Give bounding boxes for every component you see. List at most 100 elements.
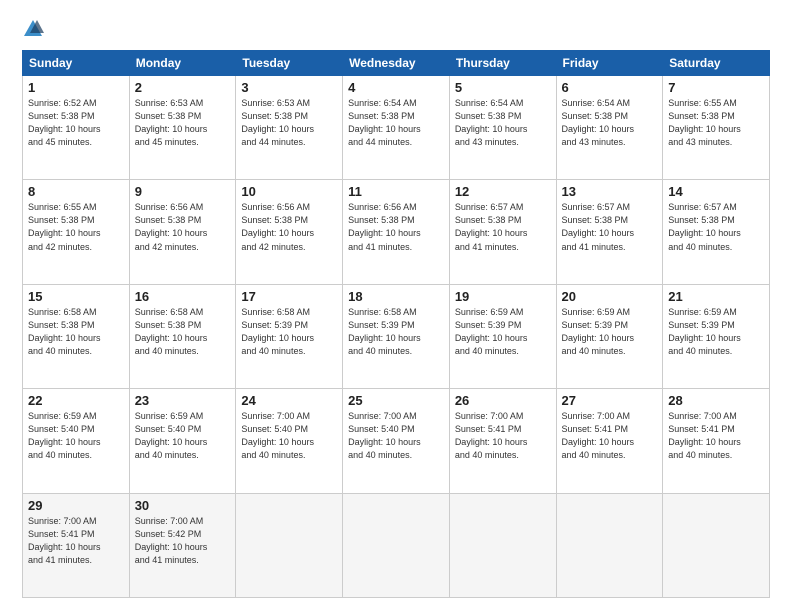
calendar-cell: 5 Sunrise: 6:54 AM Sunset: 5:38 PM Daylig… — [449, 76, 556, 180]
day-info: Sunrise: 6:53 AM Sunset: 5:38 PM Dayligh… — [135, 97, 231, 149]
day-info: Sunrise: 6:54 AM Sunset: 5:38 PM Dayligh… — [455, 97, 551, 149]
calendar-cell: 9 Sunrise: 6:56 AM Sunset: 5:38 PM Daylig… — [129, 180, 236, 284]
day-number: 12 — [455, 184, 551, 199]
calendar-cell: 8 Sunrise: 6:55 AM Sunset: 5:38 PM Daylig… — [23, 180, 130, 284]
day-number: 1 — [28, 80, 124, 95]
day-info: Sunrise: 6:54 AM Sunset: 5:38 PM Dayligh… — [348, 97, 444, 149]
calendar-cell — [449, 493, 556, 597]
day-number: 23 — [135, 393, 231, 408]
calendar-cell: 2 Sunrise: 6:53 AM Sunset: 5:38 PM Daylig… — [129, 76, 236, 180]
day-number: 9 — [135, 184, 231, 199]
calendar-cell: 29 Sunrise: 7:00 AM Sunset: 5:41 PM Dayli… — [23, 493, 130, 597]
day-info: Sunrise: 7:00 AM Sunset: 5:41 PM Dayligh… — [562, 410, 658, 462]
day-number: 27 — [562, 393, 658, 408]
header-day: Wednesday — [343, 51, 450, 76]
day-number: 2 — [135, 80, 231, 95]
day-number: 16 — [135, 289, 231, 304]
header-day: Sunday — [23, 51, 130, 76]
calendar-cell: 6Sunrise: 6:54 AM Sunset: 5:38 PM Daylig… — [556, 76, 663, 180]
calendar-cell: 28 Sunrise: 7:00 AM Sunset: 5:41 PM Dayli… — [663, 389, 770, 493]
calendar-cell: 21 Sunrise: 6:59 AM Sunset: 5:39 PM Dayli… — [663, 284, 770, 388]
calendar-cell: 18 Sunrise: 6:58 AM Sunset: 5:39 PM Dayli… — [343, 284, 450, 388]
day-info: Sunrise: 7:00 AM Sunset: 5:40 PM Dayligh… — [241, 410, 337, 462]
day-number: 25 — [348, 393, 444, 408]
day-number: 20 — [562, 289, 658, 304]
day-number: 22 — [28, 393, 124, 408]
day-number: 3 — [241, 80, 337, 95]
day-info: Sunrise: 6:58 AM Sunset: 5:39 PM Dayligh… — [348, 306, 444, 358]
calendar-cell: 26Sunrise: 7:00 AM Sunset: 5:41 PM Dayli… — [449, 389, 556, 493]
calendar-cell: 3 Sunrise: 6:53 AM Sunset: 5:38 PM Daylig… — [236, 76, 343, 180]
day-number: 15 — [28, 289, 124, 304]
header-day: Thursday — [449, 51, 556, 76]
day-number: 18 — [348, 289, 444, 304]
day-info: Sunrise: 6:57 AM Sunset: 5:38 PM Dayligh… — [455, 201, 551, 253]
calendar-cell: 25 Sunrise: 7:00 AM Sunset: 5:40 PM Dayli… — [343, 389, 450, 493]
day-info: Sunrise: 6:58 AM Sunset: 5:39 PM Dayligh… — [241, 306, 337, 358]
day-number: 13 — [562, 184, 658, 199]
calendar-cell: 14Sunrise: 6:57 AM Sunset: 5:38 PM Dayli… — [663, 180, 770, 284]
calendar-cell: 17 Sunrise: 6:58 AM Sunset: 5:39 PM Dayli… — [236, 284, 343, 388]
calendar-cell: 7Sunrise: 6:55 AM Sunset: 5:38 PM Daylig… — [663, 76, 770, 180]
calendar-cell — [556, 493, 663, 597]
day-info: Sunrise: 6:58 AM Sunset: 5:38 PM Dayligh… — [135, 306, 231, 358]
calendar-cell: 16 Sunrise: 6:58 AM Sunset: 5:38 PM Dayli… — [129, 284, 236, 388]
day-info: Sunrise: 6:56 AM Sunset: 5:38 PM Dayligh… — [241, 201, 337, 253]
day-info: Sunrise: 7:00 AM Sunset: 5:40 PM Dayligh… — [348, 410, 444, 462]
calendar-cell: 11Sunrise: 6:56 AM Sunset: 5:38 PM Dayli… — [343, 180, 450, 284]
calendar-cell: 19Sunrise: 6:59 AM Sunset: 5:39 PM Dayli… — [449, 284, 556, 388]
day-info: Sunrise: 6:59 AM Sunset: 5:39 PM Dayligh… — [562, 306, 658, 358]
day-info: Sunrise: 7:00 AM Sunset: 5:42 PM Dayligh… — [135, 515, 231, 567]
calendar-week-row: 15 Sunrise: 6:58 AM Sunset: 5:38 PM Dayli… — [23, 284, 770, 388]
calendar-cell: 15Sunrise: 6:58 AM Sunset: 5:38 PM Dayli… — [23, 284, 130, 388]
day-number: 26 — [455, 393, 551, 408]
header-row: SundayMondayTuesdayWednesdayThursdayFrid… — [23, 51, 770, 76]
day-number: 21 — [668, 289, 764, 304]
calendar-header: SundayMondayTuesdayWednesdayThursdayFrid… — [23, 51, 770, 76]
day-info: Sunrise: 7:00 AM Sunset: 5:41 PM Dayligh… — [28, 515, 124, 567]
calendar-body: 1 Sunrise: 6:52 AM Sunset: 5:38 PM Daylig… — [23, 76, 770, 598]
day-number: 17 — [241, 289, 337, 304]
day-number: 10 — [241, 184, 337, 199]
day-number: 5 — [455, 80, 551, 95]
day-info: Sunrise: 6:53 AM Sunset: 5:38 PM Dayligh… — [241, 97, 337, 149]
calendar-cell — [663, 493, 770, 597]
calendar-week-row: 29 Sunrise: 7:00 AM Sunset: 5:41 PM Dayli… — [23, 493, 770, 597]
day-info: Sunrise: 6:59 AM Sunset: 5:39 PM Dayligh… — [455, 306, 551, 358]
calendar-cell: 23 Sunrise: 6:59 AM Sunset: 5:40 PM Dayli… — [129, 389, 236, 493]
day-info: Sunrise: 7:00 AM Sunset: 5:41 PM Dayligh… — [668, 410, 764, 462]
day-info: Sunrise: 6:56 AM Sunset: 5:38 PM Dayligh… — [135, 201, 231, 253]
day-number: 30 — [135, 498, 231, 513]
calendar-week-row: 1 Sunrise: 6:52 AM Sunset: 5:38 PM Daylig… — [23, 76, 770, 180]
day-info: Sunrise: 6:55 AM Sunset: 5:38 PM Dayligh… — [28, 201, 124, 253]
logo-icon — [22, 18, 44, 40]
day-info: Sunrise: 6:59 AM Sunset: 5:40 PM Dayligh… — [135, 410, 231, 462]
calendar-week-row: 22 Sunrise: 6:59 AM Sunset: 5:40 PM Dayli… — [23, 389, 770, 493]
header-day: Tuesday — [236, 51, 343, 76]
calendar-cell: 27 Sunrise: 7:00 AM Sunset: 5:41 PM Dayli… — [556, 389, 663, 493]
calendar-cell: 10 Sunrise: 6:56 AM Sunset: 5:38 PM Dayli… — [236, 180, 343, 284]
calendar-cell: 24Sunrise: 7:00 AM Sunset: 5:40 PM Dayli… — [236, 389, 343, 493]
calendar-table: SundayMondayTuesdayWednesdayThursdayFrid… — [22, 50, 770, 598]
calendar-cell: 1 Sunrise: 6:52 AM Sunset: 5:38 PM Daylig… — [23, 76, 130, 180]
day-info: Sunrise: 6:59 AM Sunset: 5:40 PM Dayligh… — [28, 410, 124, 462]
logo — [22, 18, 46, 40]
calendar-cell: 22 Sunrise: 6:59 AM Sunset: 5:40 PM Dayli… — [23, 389, 130, 493]
day-number: 8 — [28, 184, 124, 199]
calendar-cell: 20 Sunrise: 6:59 AM Sunset: 5:39 PM Dayli… — [556, 284, 663, 388]
header-day: Friday — [556, 51, 663, 76]
day-number: 14 — [668, 184, 764, 199]
day-info: Sunrise: 6:57 AM Sunset: 5:38 PM Dayligh… — [562, 201, 658, 253]
day-number: 6 — [562, 80, 658, 95]
calendar-cell: 30 Sunrise: 7:00 AM Sunset: 5:42 PM Dayli… — [129, 493, 236, 597]
day-info: Sunrise: 6:52 AM Sunset: 5:38 PM Dayligh… — [28, 97, 124, 149]
day-number: 4 — [348, 80, 444, 95]
calendar-cell — [343, 493, 450, 597]
calendar-cell: 12 Sunrise: 6:57 AM Sunset: 5:38 PM Dayli… — [449, 180, 556, 284]
calendar-cell: 4 Sunrise: 6:54 AM Sunset: 5:38 PM Daylig… — [343, 76, 450, 180]
day-info: Sunrise: 6:59 AM Sunset: 5:39 PM Dayligh… — [668, 306, 764, 358]
day-number: 28 — [668, 393, 764, 408]
calendar-week-row: 8 Sunrise: 6:55 AM Sunset: 5:38 PM Daylig… — [23, 180, 770, 284]
day-number: 29 — [28, 498, 124, 513]
calendar-cell: 13 Sunrise: 6:57 AM Sunset: 5:38 PM Dayli… — [556, 180, 663, 284]
